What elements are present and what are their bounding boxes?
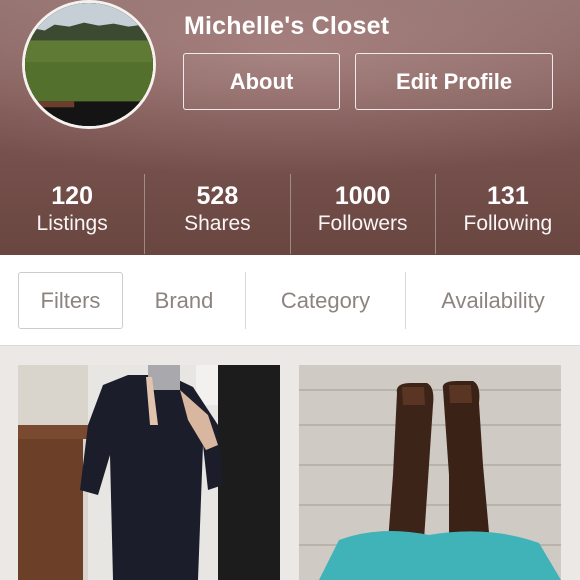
stat-value: 1000 (334, 182, 391, 210)
stat-value: 528 (196, 182, 239, 210)
stat-followers[interactable]: 1000 Followers (289, 174, 435, 254)
stat-following[interactable]: 131 Following (434, 174, 580, 254)
profile-header: Michelle's Closet About Edit Profile 120… (0, 0, 580, 255)
stat-listings[interactable]: 120 Listings (0, 174, 144, 254)
edit-profile-button[interactable]: Edit Profile (355, 53, 553, 110)
filters-button[interactable]: Filters (18, 272, 123, 329)
stat-label: Listings (36, 212, 108, 235)
filter-bar: Filters Brand Category Availability (0, 255, 580, 346)
profile-stats: 120 Listings 528 Shares 1000 Followers 1… (0, 174, 580, 254)
listing-tile-leather-boots[interactable] (299, 365, 561, 580)
avatar-photo-icon (25, 3, 153, 126)
listing-grid (0, 347, 580, 580)
stat-value: 131 (487, 182, 529, 210)
about-button[interactable]: About (183, 53, 340, 110)
profile-avatar[interactable] (22, 0, 156, 129)
leather-boots-photo-icon (299, 365, 561, 580)
stat-shares[interactable]: 528 Shares (144, 174, 289, 254)
stat-value: 120 (51, 182, 93, 210)
listing-tile-shirt-dress[interactable] (18, 365, 280, 580)
filter-tab-brand[interactable]: Brand (123, 272, 245, 329)
stat-label: Following (463, 212, 553, 235)
filter-tab-availability[interactable]: Availability (405, 272, 580, 329)
closet-name: Michelle's Closet (184, 12, 390, 40)
stat-label: Followers (317, 212, 408, 235)
shirt-dress-photo-icon (18, 365, 280, 580)
stat-label: Shares (184, 212, 251, 235)
filter-tab-category[interactable]: Category (245, 272, 405, 329)
